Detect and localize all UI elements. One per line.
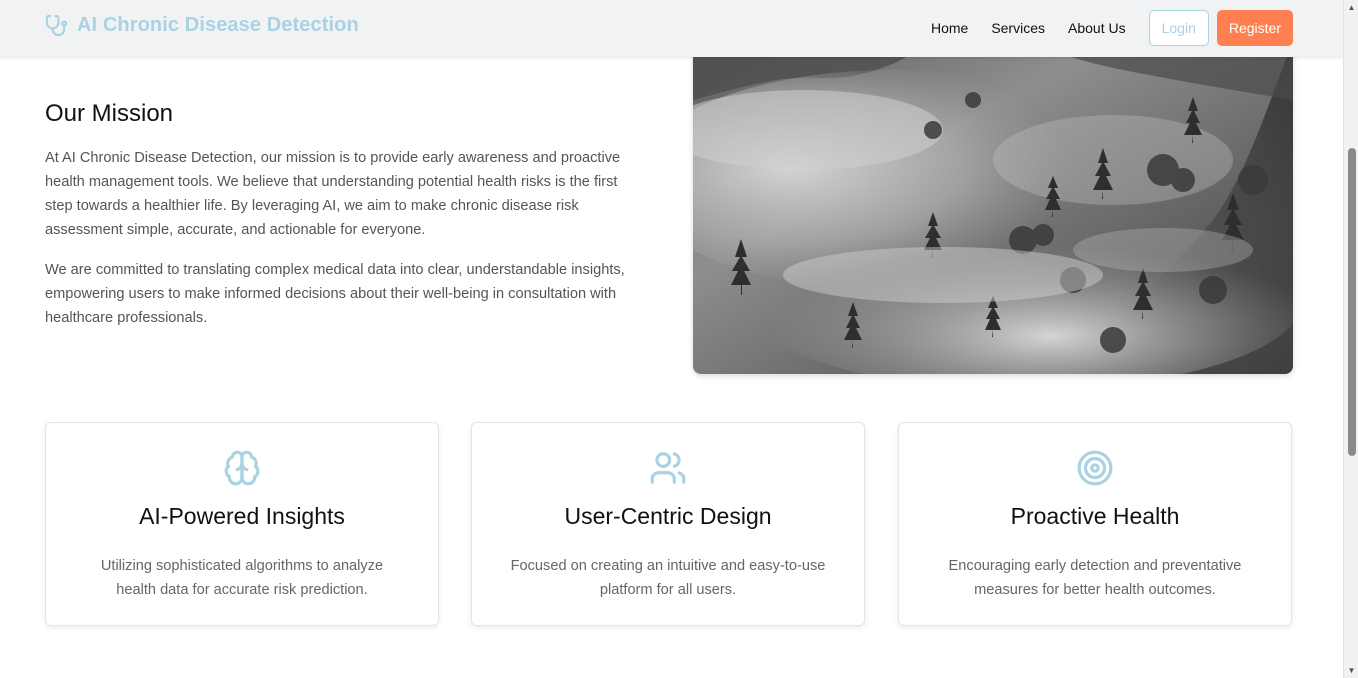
feature-title: AI-Powered Insights (139, 503, 345, 529)
mission-paragraph-1: At AI Chronic Disease Detection, our mis… (45, 150, 621, 238)
page: AI Chronic Disease Detection Home Servic… (0, 0, 1343, 678)
feature-description: Encouraging early detection and preventa… (948, 558, 1242, 598)
feature-card-proactive-health: Proactive Health Encouraging early detec… (898, 422, 1292, 626)
scrollbar-thumb[interactable] (1348, 148, 1356, 456)
vertical-scrollbar[interactable]: ▲ ▼ (1343, 0, 1358, 678)
feature-title: Proactive Health (1010, 503, 1180, 529)
feature-card-ai-insights: AI-Powered Insights Utilizing sophistica… (45, 422, 439, 626)
brain-icon (224, 450, 260, 486)
brand-title: AI Chronic Disease Detection (77, 14, 359, 36)
users-icon (650, 452, 686, 484)
nav-home-link[interactable]: Home (931, 20, 968, 36)
nav-about-us-link[interactable]: About Us (1068, 20, 1126, 36)
register-button[interactable]: Register (1216, 10, 1293, 46)
brand-link[interactable]: AI Chronic Disease Detection (45, 14, 359, 37)
misty-forest-image (693, 40, 1293, 374)
feature-description: Utilizing sophisticated algorithms to an… (100, 558, 384, 598)
main-nav: Home Services About Us Login Register (931, 10, 1293, 46)
nav-services-link[interactable]: Services (991, 20, 1045, 36)
login-button[interactable]: Login (1148, 10, 1209, 46)
scroll-down-arrow-icon[interactable]: ▼ (1344, 663, 1358, 678)
mission-title: Our Mission (45, 100, 174, 127)
scroll-up-arrow-icon[interactable]: ▲ (1344, 0, 1358, 15)
feature-card-user-centric: User-Centric Design Focused on creating … (471, 422, 865, 626)
target-icon (1077, 450, 1113, 486)
feature-description: Focused on creating an intuitive and eas… (510, 558, 826, 598)
mission-paragraph-2: We are committed to translating complex … (45, 262, 625, 326)
feature-title: User-Centric Design (564, 503, 772, 529)
site-header: AI Chronic Disease Detection Home Servic… (0, 0, 1343, 57)
stethoscope-icon (45, 14, 68, 37)
